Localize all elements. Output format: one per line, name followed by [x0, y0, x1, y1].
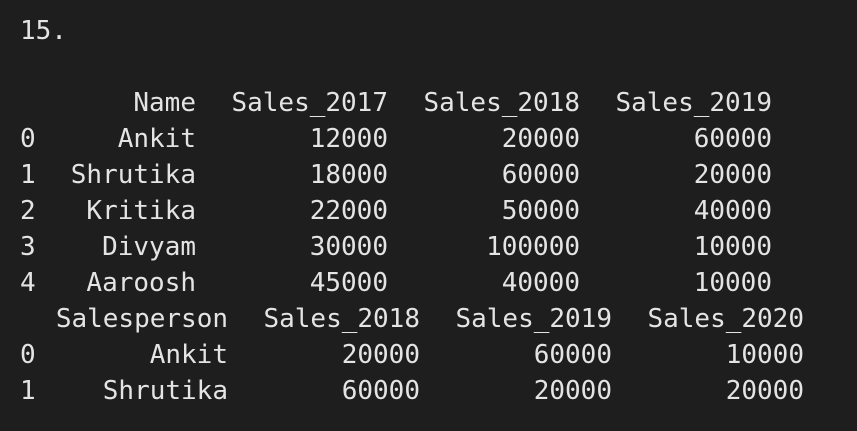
cell-value: 10000	[693, 232, 772, 262]
cell-value: 100000	[486, 232, 580, 262]
cell-value: 60000	[533, 340, 612, 370]
cell-value: 20000	[693, 160, 772, 190]
row-index: 1	[20, 376, 36, 406]
df1-col-sales-2019: Sales_2019	[615, 88, 772, 118]
df1-col-sales-2017: Sales_2017	[231, 88, 388, 118]
df2-col-sales-2020: Sales_2020	[647, 304, 804, 334]
dataframe-1: Name Sales_2017 Sales_2018 Sales_2019 0 …	[20, 85, 857, 301]
table-row: 1 Shrutika 60000 20000 20000	[20, 373, 857, 409]
df1-col-name: Name	[133, 88, 196, 118]
cell-name: Divyam	[102, 232, 196, 262]
df2-col-sales-2019: Sales_2019	[455, 304, 612, 334]
cell-value: 18000	[309, 160, 388, 190]
table-row: 1 Shrutika 18000 60000 20000	[20, 157, 857, 193]
table-row: 2 Kritika 22000 50000 40000	[20, 193, 857, 229]
cell-name: Aaroosh	[86, 268, 196, 298]
row-index: 3	[20, 232, 36, 262]
cell-name: Shrutika	[70, 160, 196, 190]
cell-value: 50000	[501, 196, 580, 226]
cell-value: 60000	[693, 124, 772, 154]
terminal-output: 15. Name Sales_2017 Sales_2018 Sales_201…	[0, 0, 857, 431]
row-index: 2	[20, 196, 36, 226]
output-header: 15.	[20, 16, 67, 46]
table-row: 0 Ankit 12000 20000 60000	[20, 121, 857, 157]
cell-value: 20000	[725, 376, 804, 406]
df2-header-row: Salesperson Sales_2018 Sales_2019 Sales_…	[20, 301, 857, 337]
cell-value: 30000	[309, 232, 388, 262]
table-row: 4 Aaroosh 45000 40000 10000	[20, 265, 857, 301]
df1-col-sales-2018: Sales_2018	[423, 88, 580, 118]
cell-value: 20000	[501, 124, 580, 154]
cell-name: Kritika	[86, 196, 196, 226]
dataframe-2: Salesperson Sales_2018 Sales_2019 Sales_…	[20, 301, 857, 409]
df2-col-sales-2018: Sales_2018	[263, 304, 420, 334]
cell-value: 10000	[725, 340, 804, 370]
table-row: 0 Ankit 20000 60000 10000	[20, 337, 857, 373]
cell-name: Ankit	[117, 124, 196, 154]
cell-value: 22000	[309, 196, 388, 226]
cell-value: 45000	[309, 268, 388, 298]
cell-name: Ankit	[149, 340, 228, 370]
row-index: 1	[20, 160, 36, 190]
cell-value: 20000	[341, 340, 420, 370]
cell-value: 60000	[501, 160, 580, 190]
cell-name: Shrutika	[102, 376, 228, 406]
cell-value: 40000	[693, 196, 772, 226]
cell-value: 60000	[341, 376, 420, 406]
cell-value: 12000	[309, 124, 388, 154]
cell-value: 40000	[501, 268, 580, 298]
table-row: 3 Divyam 30000 100000 10000	[20, 229, 857, 265]
cell-value: 20000	[533, 376, 612, 406]
row-index: 0	[20, 340, 36, 370]
row-index: 0	[20, 124, 36, 154]
df1-header-row: Name Sales_2017 Sales_2018 Sales_2019	[20, 85, 857, 121]
row-index: 4	[20, 268, 36, 298]
df2-col-salesperson: Salesperson	[55, 304, 228, 334]
cell-value: 10000	[693, 268, 772, 298]
